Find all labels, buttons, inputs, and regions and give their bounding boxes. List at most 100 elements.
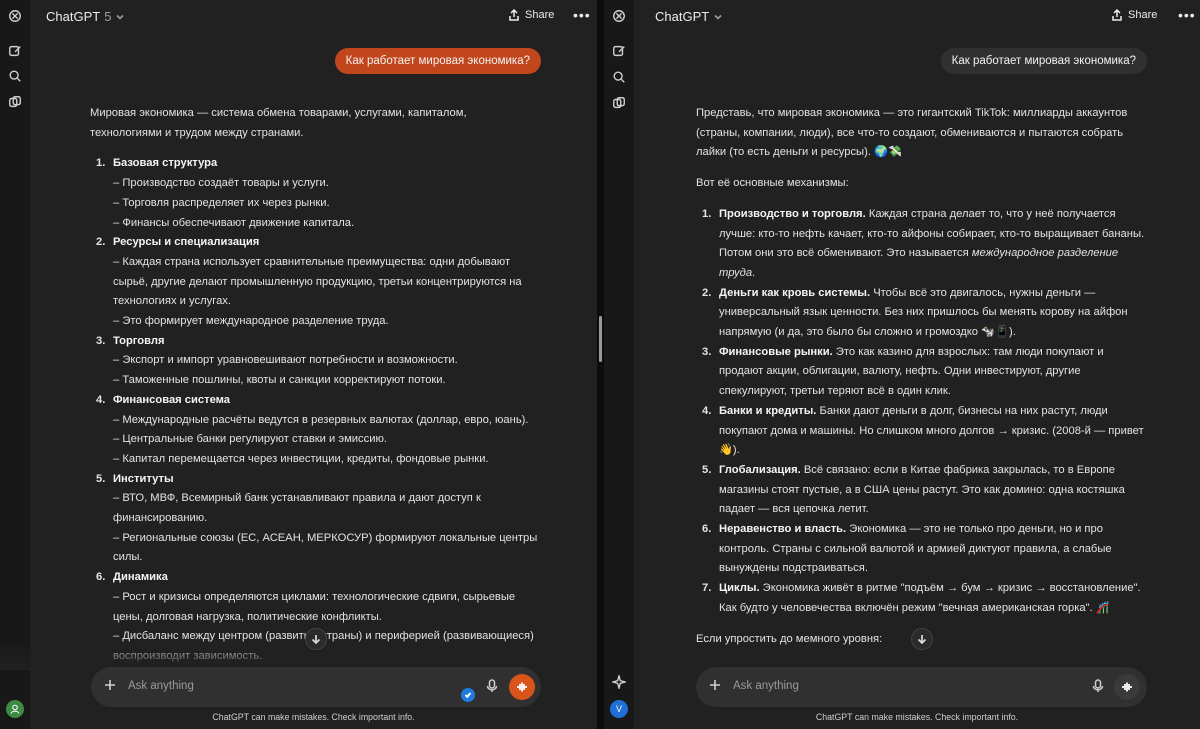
item-line: – Торговля распределяет их через рынки. [113, 196, 330, 209]
divider-grip[interactable] [599, 316, 602, 362]
disclaimer-text: ChatGPT can make mistakes. Check importa… [212, 712, 415, 722]
response-list: 1. Базовая структура – Производство создаё… [90, 154, 540, 670]
waveform-icon [517, 682, 527, 692]
voice-mode-button[interactable] [509, 674, 535, 700]
item-title: Циклы. [719, 582, 760, 595]
item-title: Базовая структура [113, 157, 218, 170]
left-sidebar-rail [0, 0, 30, 729]
item-title: Банки и кредиты. [719, 404, 817, 417]
model-selector[interactable]: ChatGPT [655, 9, 723, 24]
composer-input[interactable]: Ask anything [733, 680, 799, 692]
openai-logo-icon[interactable] [611, 8, 627, 24]
list-item: 7. Циклы. Экономика живёт в ритме "подъём… [696, 579, 1151, 618]
composer-input[interactable]: Ask anything [128, 680, 194, 692]
list-item: 2. Деньги как кровь системы. Чтобы всё эт… [696, 284, 1151, 343]
more-options-button[interactable]: ••• [573, 8, 591, 22]
item-text: Экономика живёт в ритме "подъём → бум → … [719, 582, 1141, 614]
user-avatar[interactable] [6, 700, 24, 718]
disclaimer-text: ChatGPT can make mistakes. Check importa… [815, 712, 1019, 722]
right-header: ChatGPT Share ••• [634, 0, 1200, 32]
more-options-button[interactable]: ••• [1178, 8, 1196, 22]
plus-icon[interactable] [103, 678, 119, 694]
avatar-letter: V [615, 704, 622, 714]
sparkle-icon[interactable] [611, 674, 627, 690]
arrow-down-icon [917, 635, 927, 644]
item-number: 1. [96, 157, 106, 170]
item-line: – Экспорт и импорт уравновешивают потреб… [113, 354, 458, 367]
split-divider[interactable] [597, 0, 604, 729]
plus-icon[interactable] [708, 678, 724, 694]
item-title: Производство и торговля. [719, 207, 866, 220]
share-button[interactable]: Share [508, 9, 554, 21]
share-icon [509, 9, 519, 21]
new-chat-icon[interactable] [7, 43, 23, 59]
assistant-response: Мировая экономика — система обмена товар… [90, 104, 540, 670]
scroll-down-button[interactable] [305, 628, 327, 650]
item-title: Финансовые рынки. [719, 345, 833, 358]
item-number: 4. [96, 393, 106, 406]
item-line: – Производство создаёт товары и услуги. [113, 177, 329, 190]
model-name: ChatGPT [46, 9, 101, 24]
library-icon[interactable] [7, 94, 23, 110]
item-title: Глобализация. [719, 463, 801, 476]
item-title: Торговля [113, 334, 165, 347]
item-line: – Центральные банки регулируют ставки и … [113, 433, 387, 446]
left-header: ChatGPT 5 Share ••• [30, 0, 597, 32]
item-title: Финансовая система [113, 393, 231, 406]
response-intro: Представь, что мировая экономика — это г… [696, 107, 1128, 159]
list-item: 4. Банки и кредиты. Банки дают деньги в д… [696, 402, 1151, 461]
item-title: Деньги как кровь системы. [719, 286, 871, 299]
model-name: ChatGPT [655, 9, 710, 24]
item-number: 4. [702, 404, 712, 417]
item-tail: . [752, 266, 756, 279]
chevron-down-icon [116, 14, 124, 20]
item-line: – ВТО, МВФ, Всемирный банк устанавливают… [113, 492, 481, 525]
item-number: 1. [702, 207, 712, 220]
microphone-icon[interactable] [1092, 679, 1106, 695]
item-number: 6. [96, 571, 106, 584]
item-line: – Это формирует международное разделение… [113, 315, 389, 328]
new-chat-icon[interactable] [611, 43, 627, 59]
search-icon[interactable] [7, 68, 23, 84]
response-intro: Мировая экономика — система обмена товар… [90, 107, 467, 139]
user-message-bubble: Как работает мировая экономика? [940, 48, 1147, 74]
list-item: 4. Финансовая система – Международные расч… [90, 391, 540, 470]
list-item: 2. Ресурсы и специализация – Каждая страна… [90, 233, 540, 332]
right-chat-window: V ChatGPT Share ••• Как работает мировая… [604, 0, 1200, 729]
share-button[interactable]: Share [1111, 9, 1157, 21]
voice-mode-button[interactable] [1114, 674, 1140, 700]
item-title: Ресурсы и специализация [113, 236, 260, 249]
item-line: – Региональные союзы (ЕС, АСЕАН, МЕРКОСУ… [113, 531, 538, 564]
item-number: 2. [96, 236, 106, 249]
item-number: 5. [702, 463, 712, 476]
composer[interactable]: Ask anything [91, 667, 541, 707]
search-icon[interactable] [611, 69, 627, 85]
list-item: 5. Институты – ВТО, МВФ, Всемирный банк ус… [90, 470, 540, 569]
item-line: – Каждая страна использует сравнительные… [113, 255, 522, 308]
mechanisms-heading: Вот её основные механизмы: [696, 177, 849, 190]
composer[interactable]: Ask anything [696, 667, 1147, 707]
share-label: Share [1128, 9, 1158, 21]
item-title: Неравенство и власть. [719, 523, 847, 536]
item-line: – Капитал перемещается через инвестиции,… [113, 452, 489, 465]
scroll-down-button[interactable] [911, 628, 933, 650]
item-number: 6. [702, 523, 712, 536]
library-icon[interactable] [611, 95, 627, 111]
openai-logo-icon[interactable] [7, 8, 23, 24]
response-list: 1. Производство и торговля. Каждая страна… [696, 205, 1151, 619]
microphone-icon[interactable] [486, 679, 500, 695]
user-message-bubble: Как работает мировая экономика? [334, 48, 541, 74]
item-line: – Международные расчёты ведутся в резерв… [113, 413, 529, 426]
model-selector[interactable]: ChatGPT 5 [46, 9, 125, 24]
right-sidebar-rail: V [604, 0, 634, 729]
item-title: Институты [113, 472, 174, 485]
assistant-response: Представь, что мировая экономика — это г… [696, 104, 1151, 670]
list-item: 1. Производство и торговля. Каждая страна… [696, 205, 1151, 284]
item-number: 7. [702, 582, 712, 595]
arrow-down-icon [311, 635, 321, 644]
item-number: 3. [702, 345, 712, 358]
user-avatar[interactable]: V [610, 700, 628, 718]
list-item: 6. Неравенство и власть. Экономика — это … [696, 520, 1151, 579]
share-icon [1112, 9, 1122, 21]
list-item: 1. Базовая структура – Производство создаё… [90, 154, 540, 233]
